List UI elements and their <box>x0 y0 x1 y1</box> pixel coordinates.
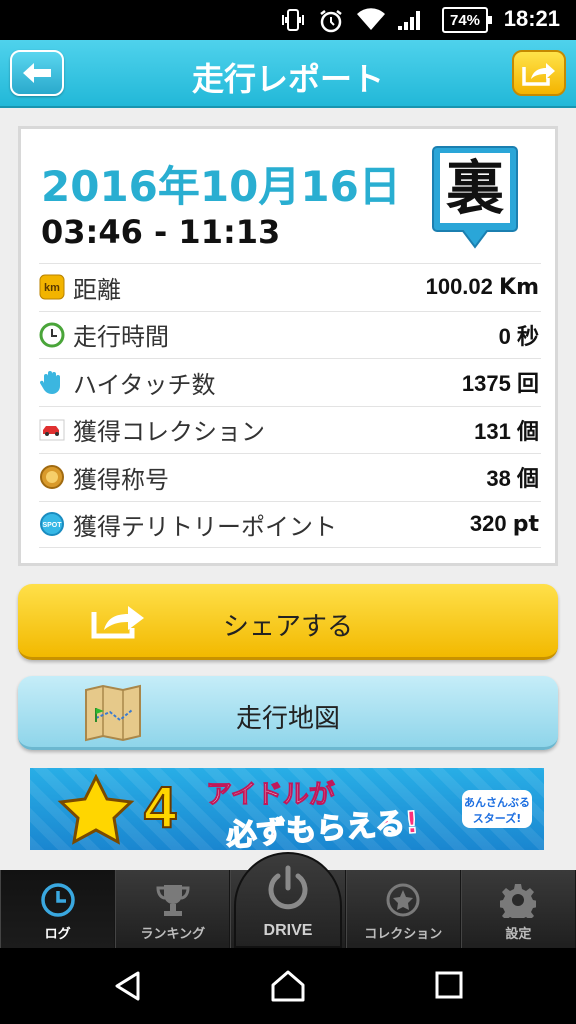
page-title: 走行レポート <box>191 60 384 98</box>
wifi-icon <box>356 8 386 32</box>
clock-time: 18:21 <box>503 6 560 31</box>
clock-icon <box>39 881 77 919</box>
trophy-icon <box>154 881 192 919</box>
report-card: 2016年10月16日 03:46 - 11:13 裏 km 距離 100.02… <box>18 126 558 566</box>
share-icon <box>522 63 555 86</box>
report-date: 2016年10月16日 <box>41 162 401 211</box>
system-nav-bar <box>0 948 576 1024</box>
stat-titles: 獲得称号 38 個 <box>39 453 541 501</box>
vibrate-icon <box>280 8 306 32</box>
tab-settings[interactable]: 設定 <box>460 870 576 948</box>
spot-icon: SPOT <box>39 511 65 537</box>
tab-collection[interactable]: コレクション <box>345 870 461 948</box>
stat-collection: 獲得コレクション 131 個 <box>39 405 541 454</box>
power-icon <box>264 864 312 918</box>
nav-home-icon[interactable] <box>270 970 306 1006</box>
header-share-button[interactable] <box>512 50 566 96</box>
stat-drive-time: 走行時間 0 秒 <box>39 310 541 359</box>
share-button[interactable]: シェアする <box>18 584 558 660</box>
star-icon <box>48 773 144 850</box>
report-time-range: 03:46 - 11:13 <box>41 213 281 251</box>
drive-map-button-label: 走行地図 <box>235 704 340 734</box>
stats-list: km 距離 100.02 Km 走行時間 0 秒 ハイタッチ数 1375 回 獲… <box>39 263 541 548</box>
ad-banner[interactable]: 4 アイドルが 必ずもらえる! あんさんぶるスターズ! <box>30 768 544 850</box>
svg-text:SPOT: SPOT <box>42 522 62 529</box>
drive-button-label: DRIVE <box>263 922 313 939</box>
alarm-icon <box>318 8 344 34</box>
battery-indicator: 74% <box>442 7 492 33</box>
ad-logo: あんさんぶるスターズ! <box>462 790 532 828</box>
tab-ranking[interactable]: ランキング <box>115 870 231 948</box>
km-icon: km <box>39 274 65 300</box>
nav-recents-icon[interactable] <box>434 970 464 1004</box>
status-bar: 74% 18:21 <box>0 0 576 40</box>
stat-high-touch: ハイタッチ数 1375 回 <box>39 358 541 406</box>
drive-map-button[interactable]: 走行地図 <box>18 676 558 750</box>
ad-number: 4 <box>143 774 177 841</box>
signal-icon <box>396 8 424 32</box>
stat-distance: km 距離 100.02 Km <box>39 263 541 311</box>
nav-back-icon[interactable] <box>112 970 144 1006</box>
share-button-label: シェアする <box>222 612 353 642</box>
car-icon <box>39 417 65 443</box>
clock-icon <box>39 322 65 348</box>
tab-log[interactable]: ログ <box>0 870 116 948</box>
star-icon <box>384 881 422 919</box>
app-header: 走行レポート <box>0 40 576 108</box>
svg-text:km: km <box>44 282 60 294</box>
badge-character: 裏 <box>445 154 504 222</box>
medal-icon <box>39 464 65 490</box>
territory-badge: 裏 <box>431 143 519 251</box>
stat-territory-points: SPOT 獲得テリトリーポイント 320 pt <box>39 500 541 548</box>
hand-icon <box>39 369 65 395</box>
gear-icon <box>499 881 537 919</box>
